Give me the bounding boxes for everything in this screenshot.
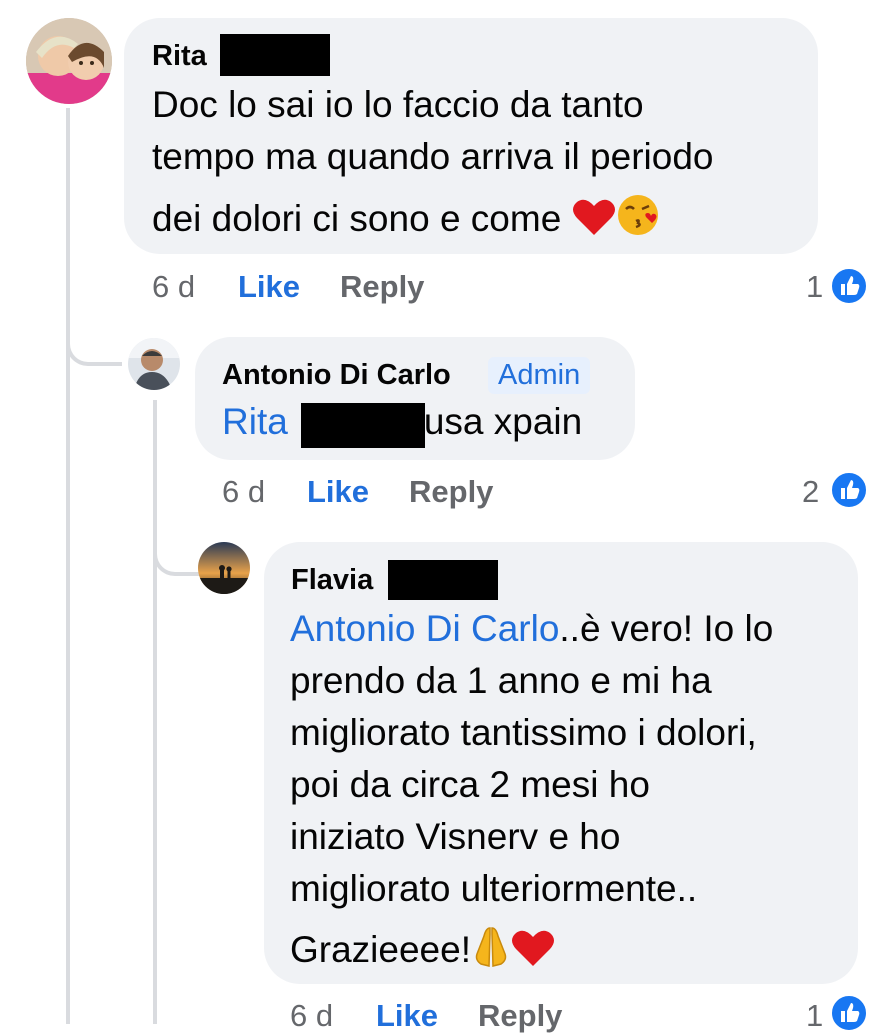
comment-text: ..è vero! Io lo bbox=[559, 608, 774, 649]
comment-timestamp: 6 d bbox=[290, 998, 334, 1033]
comment-timestamp: 6 d bbox=[152, 269, 196, 304]
thread-line-reply-1 bbox=[153, 400, 157, 1024]
reaction-count[interactable]: 1 bbox=[806, 1000, 823, 1031]
red-heart-emoji bbox=[572, 197, 616, 243]
reply-button[interactable]: Reply bbox=[478, 1000, 562, 1031]
comment-text-line-7: Grazieeee! bbox=[290, 924, 555, 974]
like-button[interactable]: Like bbox=[376, 1000, 438, 1031]
comment-text-line-3: migliorato tantissimo i dolori, bbox=[290, 712, 757, 753]
mention-link-antonio[interactable]: Antonio Di Carlo bbox=[290, 608, 559, 649]
thumbs-up-icon[interactable] bbox=[829, 993, 869, 1033]
comment-author-antonio[interactable]: Antonio Di Carlo bbox=[222, 359, 451, 392]
comment-timestamp: 6 d bbox=[222, 474, 266, 509]
comment-text-line-1: Doc lo sai io lo faccio da tanto bbox=[152, 84, 644, 125]
thumbs-up-icon[interactable] bbox=[829, 266, 869, 306]
comment-text-line-2: tempo ma quando arriva il periodo bbox=[152, 136, 714, 177]
thread-elbow-reply-1 bbox=[66, 300, 122, 366]
redacted-surname bbox=[388, 560, 498, 600]
comment-text: usa xpain bbox=[423, 401, 583, 442]
reply-button[interactable]: Reply bbox=[409, 476, 493, 507]
admin-badge: Admin bbox=[488, 357, 591, 394]
mention-link-rita[interactable]: Rita bbox=[222, 401, 288, 442]
comment-author-rita[interactable]: Rita bbox=[152, 40, 207, 73]
thread-elbow-reply-2 bbox=[153, 520, 203, 576]
like-button[interactable]: Like bbox=[307, 476, 369, 507]
reaction-count[interactable]: 2 bbox=[802, 476, 819, 507]
avatar-antonio[interactable] bbox=[128, 338, 180, 390]
avatar-rita[interactable] bbox=[26, 18, 112, 104]
comment-text: Grazieeee! bbox=[290, 929, 471, 970]
face-blowing-kiss-emoji bbox=[616, 193, 660, 243]
comment-text-line-6: migliorato ulteriormente.. bbox=[290, 868, 698, 909]
reply-button[interactable]: Reply bbox=[340, 271, 424, 302]
comment-text-line-5: iniziato Visnerv e ho bbox=[290, 816, 621, 857]
comment-text-line-4: poi da circa 2 mesi ho bbox=[290, 764, 650, 805]
comment-text-line-1: Antonio Di Carlo..è vero! Io lo bbox=[290, 610, 773, 647]
comment-text-line-3: dei dolori ci sono e come bbox=[152, 193, 660, 243]
red-heart-emoji bbox=[511, 928, 555, 974]
comment-text: dei dolori ci sono e come bbox=[152, 198, 562, 239]
reaction-count[interactable]: 1 bbox=[806, 271, 823, 302]
comment-text-line-2: prendo da 1 anno e mi ha bbox=[290, 660, 712, 701]
like-button[interactable]: Like bbox=[238, 271, 300, 302]
thumbs-up-icon[interactable] bbox=[829, 470, 869, 510]
folded-hands-emoji bbox=[471, 924, 511, 974]
redacted-surname bbox=[220, 34, 330, 76]
avatar-flavia[interactable] bbox=[198, 542, 250, 594]
comment-author-flavia[interactable]: Flavia bbox=[291, 564, 373, 597]
thread-line-root bbox=[66, 108, 70, 1024]
redacted-surname bbox=[301, 403, 425, 448]
